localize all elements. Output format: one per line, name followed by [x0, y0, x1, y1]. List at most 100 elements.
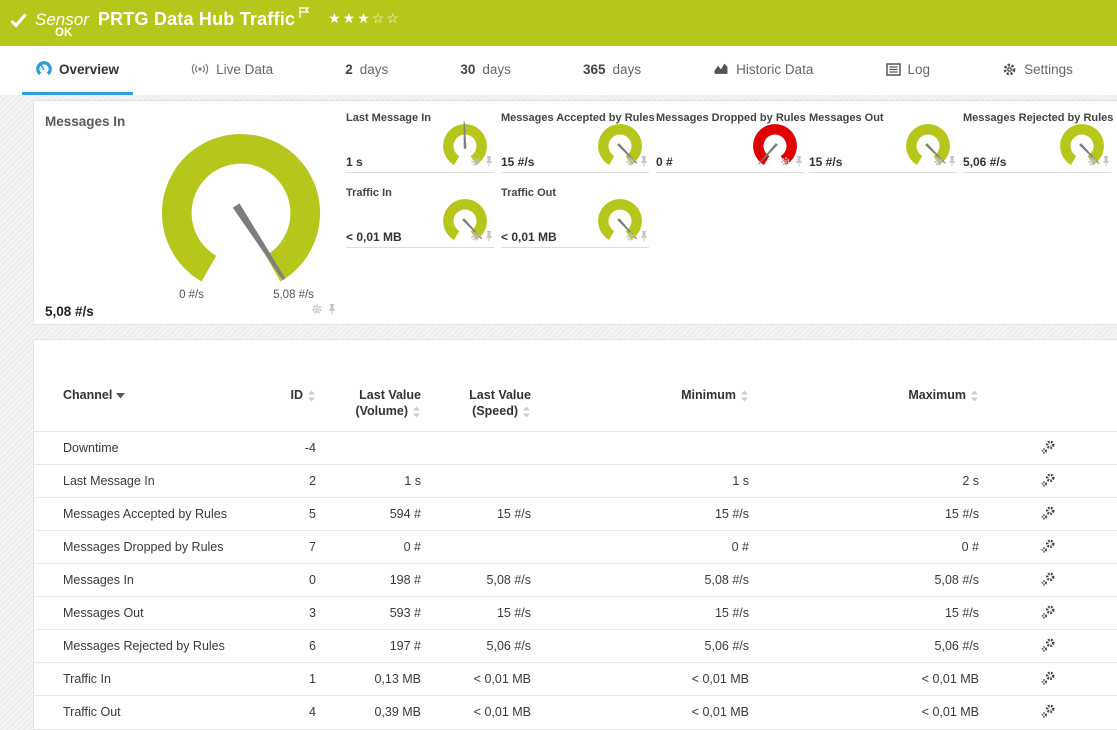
channel-name: Messages Accepted by Rules: [34, 507, 234, 521]
gauge-tile-last-message-in: Last Message In 1 s: [346, 111, 494, 173]
gauge-tile-traffic-in: Traffic In < 0,01 MB: [346, 186, 494, 248]
maximum-value: 15 #/s: [749, 606, 979, 620]
tab-365-days[interactable]: 365 days: [569, 46, 655, 95]
channel-name: Traffic Out: [34, 705, 234, 719]
gear-icon: [1002, 62, 1017, 77]
channel-settings-icon[interactable]: [1041, 539, 1056, 556]
table-row-messages-in[interactable]: Messages In 0 198 # 5,08 #/s 5,08 #/s 5,…: [34, 563, 1117, 596]
channel-settings-icon[interactable]: [1041, 671, 1056, 688]
last-value-volume: 0 #: [316, 540, 421, 554]
channel-gear-icon[interactable]: [1087, 154, 1098, 172]
minimum-value: 15 #/s: [531, 507, 749, 521]
tab-settings[interactable]: Settings: [988, 46, 1087, 95]
tab-historic-data[interactable]: Historic Data: [699, 46, 827, 95]
primary-gauge: [157, 129, 325, 297]
channel-gear-icon[interactable]: [780, 154, 791, 172]
pin-icon[interactable]: [484, 229, 494, 247]
pin-icon[interactable]: [327, 302, 337, 320]
channel-settings-icon[interactable]: [1041, 506, 1056, 523]
tab-2-days[interactable]: 2 days: [331, 46, 402, 95]
gauge-title: Last Message In: [346, 112, 431, 124]
pin-icon[interactable]: [794, 154, 804, 172]
column-header-maximum[interactable]: Maximum: [749, 388, 979, 402]
column-header-channel[interactable]: Channel: [34, 388, 234, 402]
pin-icon[interactable]: [639, 229, 649, 247]
column-label: (Volume): [355, 404, 408, 420]
channel-gear-icon[interactable]: [311, 302, 323, 320]
column-header-last-value-speed[interactable]: Last Value (Speed): [421, 388, 531, 419]
channel-settings-icon[interactable]: [1041, 572, 1056, 589]
channel-gear-icon[interactable]: [625, 154, 636, 172]
column-header-last-value-volume[interactable]: Last Value (Volume): [316, 388, 421, 419]
tab-number: 2: [345, 62, 353, 77]
column-header-id[interactable]: ID: [234, 388, 316, 402]
gauge-value: 5,06 #/s: [963, 155, 1006, 169]
gauge-value: 15 #/s: [501, 155, 534, 169]
table-row-traffic-out[interactable]: Traffic Out 4 0,39 MB < 0,01 MB < 0,01 M…: [34, 695, 1117, 728]
column-label: Maximum: [908, 388, 966, 402]
tab-label: Live Data: [216, 62, 273, 77]
channel-settings-icon[interactable]: [1041, 605, 1056, 622]
table-row-messages-accepted[interactable]: Messages Accepted by Rules 5 594 # 15 #/…: [34, 497, 1117, 530]
channel-name: Downtime: [34, 441, 234, 455]
column-header-minimum[interactable]: Minimum: [531, 388, 749, 402]
priority-stars[interactable]: ★★★☆☆: [328, 10, 401, 27]
gauge-icon: [36, 61, 52, 77]
channel-settings-icon[interactable]: [1041, 473, 1056, 490]
gauges-panel: Messages In 0 #/s 5,08 #/s 5,08 #/s: [33, 100, 1117, 325]
pin-icon[interactable]: [484, 154, 494, 172]
pin-icon[interactable]: [1101, 154, 1111, 172]
channel-id: -4: [234, 441, 316, 455]
tab-log[interactable]: Log: [872, 46, 945, 95]
gauge-title: Traffic Out: [501, 187, 556, 199]
table-row-messages-rejected[interactable]: Messages Rejected by Rules 6 197 # 5,06 …: [34, 629, 1117, 662]
table-row-messages-dropped[interactable]: Messages Dropped by Rules 7 0 # 0 # 0 #: [34, 530, 1117, 563]
channel-name: Messages Rejected by Rules: [34, 639, 234, 653]
sensor-page: Sensor PRTG Data Hub Traffic ★★★☆☆ OK Ov…: [0, 0, 1117, 730]
last-value-speed: 5,06 #/s: [421, 639, 531, 653]
sensor-title: PRTG Data Hub Traffic: [98, 9, 295, 30]
maximum-value: 5,06 #/s: [749, 639, 979, 653]
channel-gear-icon[interactable]: [470, 154, 481, 172]
channel-gear-icon[interactable]: [470, 229, 481, 247]
tab-number: 365: [583, 62, 606, 77]
table-row-downtime[interactable]: Downtime -4: [34, 431, 1117, 464]
gauge-tile-messages-out: Messages Out 15 #/s: [809, 111, 957, 173]
flag-icon[interactable]: [299, 6, 310, 24]
channel-settings-icon[interactable]: [1041, 638, 1056, 655]
channel-settings-icon[interactable]: [1041, 440, 1056, 457]
channel-gear-icon[interactable]: [933, 154, 944, 172]
gauge-title: Messages Out: [809, 112, 884, 124]
tab-overview[interactable]: Overview: [22, 46, 133, 95]
pin-icon[interactable]: [639, 154, 649, 172]
last-value-volume: 0,13 MB: [316, 672, 421, 686]
last-value-volume: 1 s: [316, 474, 421, 488]
table-row-last-message-in[interactable]: Last Message In 2 1 s 1 s 2 s: [34, 464, 1117, 497]
table-row-traffic-in[interactable]: Traffic In 1 0,13 MB < 0,01 MB < 0,01 MB…: [34, 662, 1117, 695]
gauge-title: Messages Dropped by Rules: [656, 112, 806, 124]
maximum-value: 5,08 #/s: [749, 573, 979, 587]
maximum-value: 15 #/s: [749, 507, 979, 521]
gauge-tile-messages-dropped: Messages Dropped by Rules 0 #: [656, 111, 804, 173]
primary-gauge-title: Messages In: [45, 114, 125, 129]
channel-id: 0: [234, 573, 316, 587]
maximum-value: < 0,01 MB: [749, 672, 979, 686]
gauge-max-label: 5,08 #/s: [214, 289, 314, 301]
channels-table-panel: Channel ID Last Value (Volume) L: [33, 339, 1117, 730]
status-ok-check-icon: [10, 13, 27, 33]
tab-label: Log: [908, 62, 931, 77]
table-row-messages-out[interactable]: Messages Out 3 593 # 15 #/s 15 #/s 15 #/…: [34, 596, 1117, 629]
last-value-speed: < 0,01 MB: [421, 672, 531, 686]
sort-desc-icon: [116, 393, 125, 399]
channel-gear-icon[interactable]: [625, 229, 636, 247]
tab-30-days[interactable]: 30 days: [446, 46, 525, 95]
gauge-value: < 0,01 MB: [501, 230, 557, 244]
channel-settings-icon[interactable]: [1041, 704, 1056, 721]
pin-icon[interactable]: [947, 154, 957, 172]
channel-id: 3: [234, 606, 316, 620]
last-value-volume: 594 #: [316, 507, 421, 521]
channel-id: 5: [234, 507, 316, 521]
column-label: Last Value: [359, 388, 421, 404]
sort-icon: [522, 406, 531, 418]
tab-live-data[interactable]: Live Data: [177, 46, 287, 95]
